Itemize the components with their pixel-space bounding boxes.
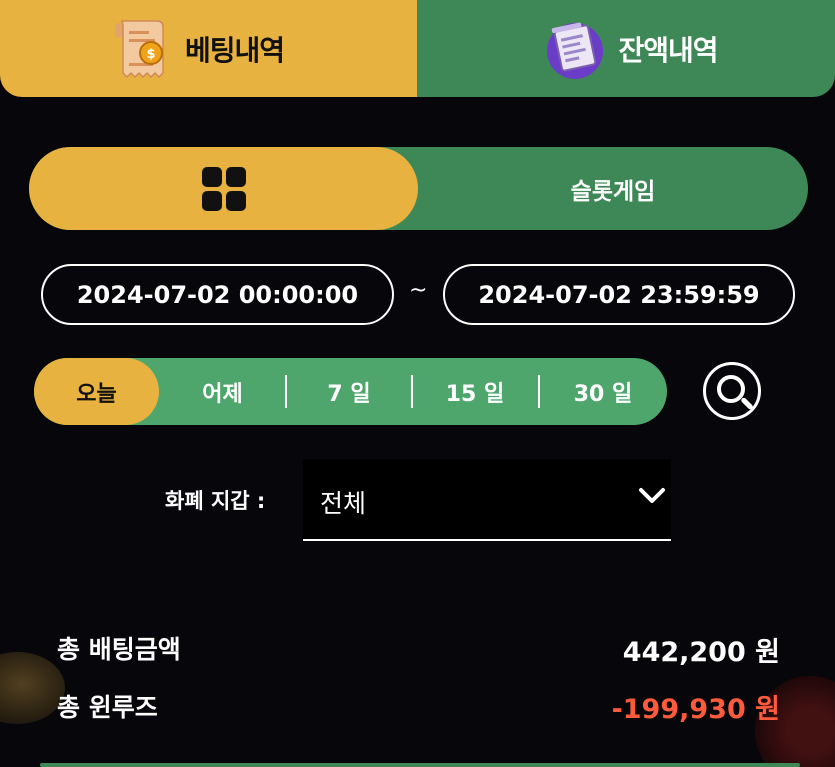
- game-category-toggle: 슬롯게임: [29, 147, 808, 230]
- period-selector: 오늘 어제 7 일 15 일 30 일: [34, 358, 667, 425]
- history-tabs: $ 베팅내역 잔액내역: [0, 0, 835, 97]
- svg-text:$: $: [146, 47, 155, 62]
- wallet-label: 화폐 지갑 :: [165, 489, 266, 513]
- coin-decoration: [0, 652, 65, 724]
- tab-betting-history-label: 베팅내역: [184, 33, 285, 67]
- category-slot-button[interactable]: 슬롯게임: [418, 147, 808, 230]
- period-today-button[interactable]: 오늘: [34, 358, 159, 425]
- wallet-select[interactable]: 전체: [303, 459, 671, 541]
- start-date-input[interactable]: 2024-07-02 00:00:00: [41, 264, 394, 325]
- receipt-icon: $: [114, 19, 164, 78]
- total-winloss-label: 총 윈루즈: [57, 693, 158, 722]
- total-bet-label: 총 배팅금액: [57, 635, 181, 664]
- period-yesterday-button[interactable]: 어제: [159, 358, 286, 425]
- wallet-selected-value: 전체: [320, 489, 367, 518]
- end-date-input[interactable]: 2024-07-02 23:59:59: [443, 264, 795, 325]
- tab-balance-history-label: 잔액내역: [618, 33, 718, 67]
- grid-icon: [201, 166, 246, 211]
- bottom-divider: [40, 763, 800, 767]
- total-winloss-value: -199,930 원: [611, 694, 780, 725]
- period-30days-button[interactable]: 30 일: [539, 358, 667, 425]
- period-7days-button[interactable]: 7 일: [286, 358, 412, 425]
- category-all-button[interactable]: [29, 147, 418, 230]
- search-button[interactable]: [703, 362, 761, 420]
- period-15days-button[interactable]: 15 일: [412, 358, 538, 425]
- chevron-down-icon: [639, 488, 665, 503]
- date-separator: ~: [409, 278, 428, 303]
- ledger-icon: [547, 22, 604, 79]
- total-bet-value: 442,200 원: [622, 637, 780, 668]
- tab-balance-history[interactable]: 잔액내역: [417, 0, 835, 97]
- tab-betting-history[interactable]: $ 베팅내역: [0, 0, 435, 97]
